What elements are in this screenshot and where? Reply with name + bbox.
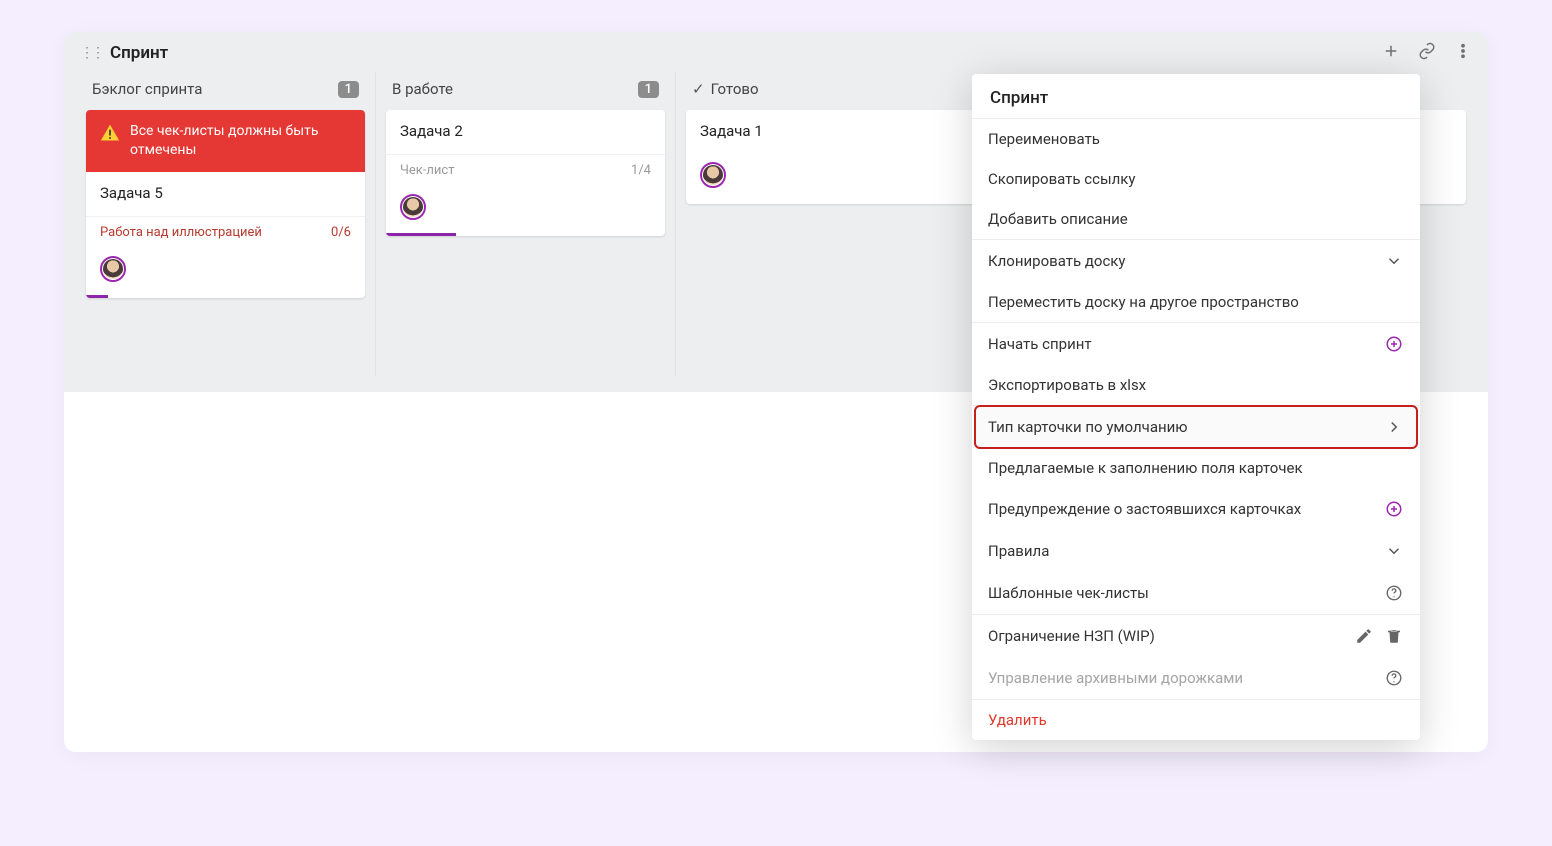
board-header: ⋮⋮ Спринт <box>64 32 1488 72</box>
menu-item-label: Переименовать <box>988 130 1404 148</box>
card-checklist[interactable]: Работа над иллюстрацией 0/6 <box>86 216 365 248</box>
card-footer <box>86 248 365 298</box>
link-icon[interactable] <box>1418 42 1436 64</box>
chevron-down-icon <box>1384 541 1404 561</box>
add-card-icon[interactable] <box>1382 42 1400 64</box>
column-title: Бэклог спринта <box>92 80 332 98</box>
menu-item-label: Предупреждение о застоявшихся карточках <box>988 500 1374 518</box>
plus-circle-icon <box>1384 334 1404 354</box>
menu-item-label: Экспортировать в xlsx <box>988 376 1404 394</box>
menu-item[interactable]: Предупреждение о застоявшихся карточках <box>972 488 1420 530</box>
menu-item[interactable]: Переместить доску на другое пространство <box>972 282 1420 322</box>
help-icon <box>1384 668 1404 688</box>
card-progress-bar <box>86 295 108 298</box>
menu-item-label: Переместить доску на другое пространство <box>988 293 1404 311</box>
menu-item[interactable]: Удалить <box>972 700 1420 740</box>
menu-item-label: Правила <box>988 542 1374 560</box>
menu-item: Управление архивными дорожками <box>972 657 1420 699</box>
column-count-badge: 1 <box>638 81 659 98</box>
card-title: Задача 5 <box>100 184 351 202</box>
menu-item-label: Ограничение НЗП (WIP) <box>988 627 1344 645</box>
menu-item-label: Шаблонные чек-листы <box>988 584 1374 602</box>
column-title: В работе <box>392 80 632 98</box>
checklist-label: Чек-лист <box>400 163 455 178</box>
trash-icon[interactable] <box>1384 626 1404 646</box>
menu-item[interactable]: Шаблонные чек-листы <box>972 572 1420 614</box>
menu-item[interactable]: Начать спринт <box>972 323 1420 365</box>
menu-item-label: Скопировать ссылку <box>988 170 1404 188</box>
menu-item-label: Предлагаемые к заполнению поля карточек <box>988 459 1404 477</box>
menu-item-label: Добавить описание <box>988 210 1404 228</box>
menu-title: Спринт <box>972 74 1420 118</box>
board-column: Бэклог спринта 1 Все чек-листы должны быт… <box>76 72 376 376</box>
board-title: Спринт <box>110 43 168 63</box>
checklist-progress: 1/4 <box>631 163 651 178</box>
menu-item[interactable]: Скопировать ссылку <box>972 159 1420 199</box>
card-warning-text: Все чек-листы должны быть отмечены <box>130 122 351 160</box>
menu-item[interactable]: Предлагаемые к заполнению поля карточек <box>972 448 1420 488</box>
menu-item[interactable]: Переименовать <box>972 119 1420 159</box>
card-checklist[interactable]: Чек-лист 1/4 <box>386 154 665 186</box>
column-header[interactable]: Бэклог спринта 1 <box>86 72 365 110</box>
card-warning: Все чек-листы должны быть отмечены <box>86 110 365 172</box>
menu-item-label: Тип карточки по умолчанию <box>988 418 1374 436</box>
column-header[interactable]: В работе 1 <box>386 72 665 110</box>
column-count-badge: 1 <box>338 81 359 98</box>
card-footer <box>386 186 665 236</box>
menu-item[interactable]: Добавить описание <box>972 199 1420 239</box>
assignee-avatar[interactable] <box>700 162 726 188</box>
menu-item[interactable]: Тип карточки по умолчанию <box>976 407 1416 447</box>
menu-item[interactable]: Ограничение НЗП (WIP) <box>972 615 1420 657</box>
drag-handle-icon[interactable]: ⋮⋮ <box>80 45 102 61</box>
pencil-icon[interactable] <box>1354 626 1374 646</box>
chevron-down-icon <box>1384 251 1404 271</box>
menu-item[interactable]: Клонировать доску <box>972 240 1420 282</box>
assignee-avatar[interactable] <box>100 256 126 282</box>
card-body: Задача 5 <box>86 172 365 216</box>
assignee-avatar[interactable] <box>400 194 426 220</box>
menu-item[interactable]: Экспортировать в xlsx <box>972 365 1420 405</box>
menu-item-label: Управление архивными дорожками <box>988 669 1374 687</box>
help-icon <box>1384 583 1404 603</box>
menu-separator <box>972 405 1420 406</box>
plus-circle-icon <box>1384 499 1404 519</box>
check-icon: ✓ <box>692 80 705 98</box>
checklist-label: Работа над иллюстрацией <box>100 225 262 240</box>
menu-item-label: Клонировать доску <box>988 252 1374 270</box>
menu-item-label: Начать спринт <box>988 335 1374 353</box>
chevron-right-icon <box>1384 417 1404 437</box>
board-context-menu: Спринт Переименовать Скопировать ссылку До… <box>972 74 1420 740</box>
card-body: Задача 2 <box>386 110 665 154</box>
menu-item[interactable]: Правила <box>972 530 1420 572</box>
board-column: В работе 1 Задача 2 Чек-лист 1/4 <box>376 72 676 376</box>
card-title: Задача 2 <box>400 122 651 140</box>
more-icon[interactable] <box>1454 42 1472 64</box>
warning-icon <box>100 123 120 143</box>
board-header-actions <box>1382 42 1472 64</box>
card[interactable]: Все чек-листы должны быть отмечены Задача… <box>86 110 365 298</box>
menu-item-label: Удалить <box>988 711 1404 729</box>
card-progress-bar <box>386 233 456 236</box>
card[interactable]: Задача 2 Чек-лист 1/4 <box>386 110 665 236</box>
checklist-progress: 0/6 <box>331 225 351 240</box>
